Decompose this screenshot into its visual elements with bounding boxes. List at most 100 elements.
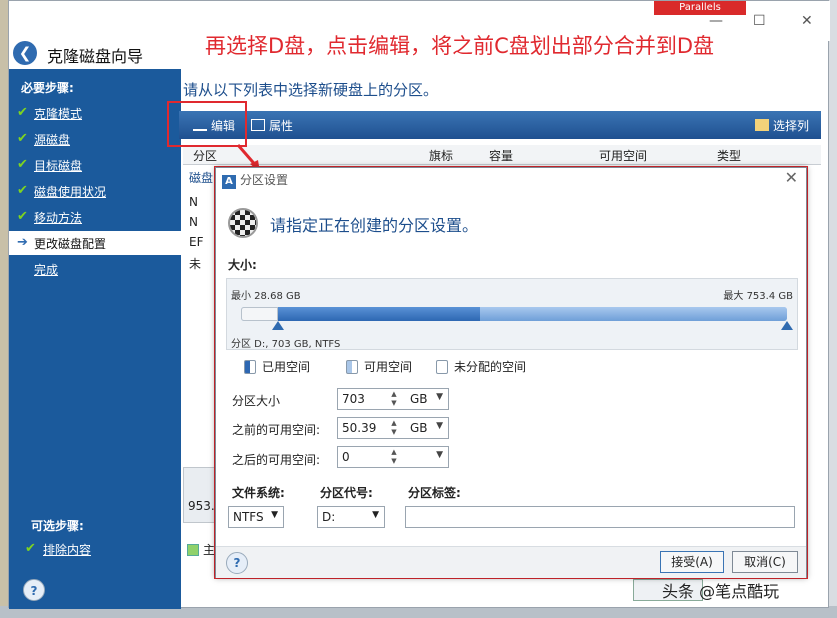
partition-row[interactable]: N [189, 195, 198, 209]
step-source-disk[interactable]: ✔ 源磁盘 [9, 127, 181, 151]
chevron-down-icon[interactable]: ▼ [436, 421, 443, 431]
checkmark-icon: ✔ [17, 105, 28, 120]
legend-primary: 主 [187, 541, 215, 558]
size-track[interactable] [241, 307, 787, 321]
disk-row-label: 磁盘 [189, 171, 214, 185]
dialog-footer: ? 接受(A) 取消(C) [216, 546, 806, 578]
dialog-close-button[interactable]: ✕ [785, 168, 798, 187]
col-free[interactable]: 可用空间 [599, 147, 647, 164]
chevron-down-icon[interactable]: ▼ [436, 392, 443, 402]
chevron-down-icon[interactable]: ▼ [271, 510, 278, 520]
help-icon[interactable]: ? [226, 552, 248, 574]
min-size-label: 最小 28.68 GB [231, 291, 301, 302]
cancel-button[interactable]: 取消(C) [732, 551, 798, 573]
step-disk-usage[interactable]: ✔ 磁盘使用状况 [9, 179, 181, 203]
free-after-value[interactable]: 0 [342, 450, 350, 464]
col-capacity[interactable]: 容量 [489, 147, 513, 164]
current-step-arrow-icon: ➔ [17, 235, 28, 250]
watermark-text: 头条 @笔点酷玩 [662, 582, 780, 601]
stepper-arrows-icon[interactable]: ▲ ▼ [388, 390, 400, 408]
col-type[interactable]: 类型 [717, 147, 741, 164]
properties-button[interactable]: 属性 [251, 117, 293, 134]
partition-row[interactable]: N [189, 215, 198, 229]
volume-label-label: 分区标签: [408, 486, 461, 500]
partition-size-value[interactable]: 703 [342, 392, 365, 406]
col-flag[interactable]: 旗标 [429, 147, 453, 164]
dialog-title-text: 分区设置 [240, 173, 289, 187]
step-label: 磁盘使用状况 [34, 185, 107, 199]
accept-button[interactable]: 接受(A) [660, 551, 724, 573]
free-before-stepper[interactable]: 50.39 ▲ ▼ GB ▼ [337, 417, 449, 439]
optional-steps-heading: 可选步骤: [31, 519, 84, 533]
required-steps-heading: 必要步骤: [21, 81, 74, 95]
legend-free: 可用空间 [346, 358, 412, 375]
checkmark-icon: ✔ [17, 209, 28, 224]
annotation-heading: 再选择D盘，点击编辑，将之前C盘划出部分合并到D盘 [205, 34, 715, 58]
partition-row[interactable]: EF [189, 235, 203, 249]
maximize-button[interactable]: ☐ [753, 13, 766, 29]
checkmark-icon: ✔ [17, 131, 28, 146]
app-icon: A [222, 175, 236, 189]
filesystem-select[interactable]: NTFS ▼ [228, 506, 284, 528]
close-button[interactable]: ✕ [801, 13, 813, 29]
filesystem-label: 文件系统: [232, 486, 285, 500]
drive-letter-label: 分区代号: [320, 486, 373, 500]
step-exclude-items[interactable]: ✔ 排除内容 [9, 537, 181, 561]
annotation-box-edit [167, 101, 247, 147]
left-resize-handle[interactable] [272, 321, 284, 330]
select-columns-button[interactable]: 选择列 [755, 117, 809, 134]
size-label: 大小: [228, 258, 257, 272]
step-label: 移动方法 [34, 211, 83, 225]
partition-caption: 分区 D:, 703 GB, NTFS [231, 339, 341, 350]
partition-settings-dialog: A 分区设置 ✕ 请指定正在创建的分区设置。 大小: 最小 28.68 GB 最大… [215, 167, 807, 578]
columns-icon [755, 119, 769, 131]
volume-label-input[interactable] [405, 506, 795, 528]
step-label: 克隆模式 [34, 107, 83, 121]
legend-unallocated: 未分配的空间 [436, 358, 526, 375]
dialog-heading: 请指定正在创建的分区设置。 [270, 216, 479, 235]
free-before-value[interactable]: 50.39 [342, 421, 376, 435]
free-after-stepper[interactable]: 0 ▲ ▼ ▼ [337, 446, 449, 468]
col-partition[interactable]: 分区 [193, 147, 217, 164]
back-arrow-icon[interactable]: ❮ [13, 41, 37, 65]
unit-label: GB [410, 392, 428, 406]
step-clone-mode[interactable]: ✔ 克隆模式 [9, 101, 181, 125]
step-label: 排除内容 [43, 543, 92, 557]
partition-size-stepper[interactable]: 703 ▲ ▼ GB ▼ [337, 388, 449, 410]
step-label: 源磁盘 [34, 133, 71, 147]
properties-label: 属性 [269, 119, 294, 133]
partition-segment [480, 307, 787, 321]
step-label: 更改磁盘配置 [34, 237, 107, 251]
stepper-arrows-icon[interactable]: ▲ ▼ [388, 419, 400, 437]
right-resize-handle[interactable] [781, 321, 793, 330]
step-target-disk[interactable]: ✔ 目标磁盘 [9, 153, 181, 177]
step-finish[interactable]: 完成 [9, 257, 181, 281]
drive-letter-value: D: [322, 510, 336, 524]
step-label: 完成 [34, 263, 59, 277]
stepper-arrows-icon[interactable]: ▲ ▼ [388, 448, 400, 466]
drive-letter-select[interactable]: D: ▼ [317, 506, 385, 528]
partition-toolbar: 编辑 属性 选择列 [179, 111, 821, 139]
chevron-down-icon[interactable]: ▼ [436, 450, 443, 460]
used-swatch-icon [244, 360, 256, 374]
checkmark-icon: ✔ [17, 157, 28, 172]
step-label: 目标磁盘 [34, 159, 83, 173]
checkmark-icon: ✔ [25, 541, 36, 556]
instruction-text: 请从以下列表中选择新硬盘上的分区。 [183, 81, 439, 99]
properties-icon [251, 119, 265, 131]
checkered-flag-icon [228, 208, 258, 238]
unit-label: GB [410, 421, 428, 435]
filesystem-value: NTFS [233, 510, 264, 524]
step-move-method[interactable]: ✔ 移动方法 [9, 205, 181, 229]
select-columns-label: 选择列 [773, 119, 810, 133]
step-change-disk-layout[interactable]: ➔ 更改磁盘配置 [9, 231, 181, 255]
minimize-button[interactable]: — [709, 13, 723, 29]
partition-row[interactable]: 未 [189, 255, 201, 272]
parallels-badge: Parallels [654, 1, 746, 15]
free-before-label: 之前的可用空间: [232, 423, 321, 437]
free-after-label: 之后的可用空间: [232, 453, 321, 467]
help-icon[interactable]: ? [23, 579, 45, 601]
partition-size-bar: 最小 28.68 GB 最大 753.4 GB 分区 D:, 703 GB, N… [226, 278, 798, 350]
chevron-down-icon[interactable]: ▼ [372, 510, 379, 520]
wizard-sidebar: 必要步骤: ✔ 克隆模式 ✔ 源磁盘 ✔ 目标磁盘 ✔ 磁盘使用状况 ✔ 移动方… [9, 69, 181, 609]
